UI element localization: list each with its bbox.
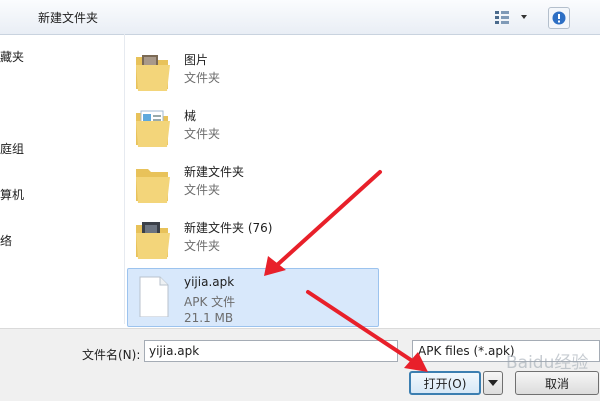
list-item[interactable]: 新建文件夹 (76) 文件夹 [130,211,380,267]
dialog-footer: 文件名(N): APK files (*.apk) 打开(O) 取消 [0,328,600,401]
document-icon [134,271,172,317]
nav-item-label: 收藏夹 [0,50,24,64]
folder-icon [134,103,172,149]
file-name: 图片 [184,51,208,68]
open-button-label: 打开(O) [424,375,467,392]
help-icon[interactable] [548,7,570,29]
open-dropdown-button[interactable] [483,371,503,395]
nav-item-favorites[interactable]: 收藏夹 [0,48,24,65]
nav-item-homegroup[interactable]: 家庭组 [0,140,24,157]
file-name: 械 [184,107,196,124]
view-options-icon[interactable] [492,8,530,26]
list-item[interactable]: 新建文件夹 文件夹 [130,155,380,211]
nav-item-label: 家庭组 [0,142,24,156]
nav-item-network[interactable]: 网络 [0,232,12,249]
file-size: 21.1 MB [184,311,233,325]
filename-input[interactable] [144,340,398,362]
new-folder-button[interactable]: 新建文件夹 [38,9,98,26]
folder-icon [134,47,172,93]
folder-icon [134,215,172,261]
navigation-pane: 收藏夹 库 家庭组 计算机 网络 [0,34,120,324]
folder-icon [134,159,172,205]
list-item[interactable]: 图片 文件夹 [130,43,380,99]
file-name: yijia.apk [184,275,234,289]
nav-item-label: 网络 [0,234,12,248]
file-type: 文件夹 [184,69,220,86]
chevron-down-icon [488,380,498,386]
cancel-button[interactable]: 取消 [515,371,599,395]
filetype-value: APK files (*.apk) [418,344,515,358]
filetype-select[interactable]: APK files (*.apk) [412,340,600,362]
file-type: 文件夹 [184,125,220,142]
file-name: 新建文件夹 [184,163,244,180]
filename-label: 文件名(N): [82,346,140,363]
pane-divider [124,34,125,324]
file-name: 新建文件夹 (76) [184,219,272,236]
nav-item-computer[interactable]: 计算机 [0,186,24,203]
nav-item-label: 计算机 [0,188,24,202]
list-item-selected[interactable]: yijia.apk APK 文件 21.1 MB [130,267,380,323]
file-type: APK 文件 [184,293,235,310]
file-type: 文件夹 [184,181,220,198]
list-item[interactable]: 械 文件夹 [130,99,380,155]
file-type: 文件夹 [184,237,220,254]
cancel-button-label: 取消 [545,375,569,392]
open-button[interactable]: 打开(O) [409,371,481,395]
toolbar: 新建文件夹 [0,0,600,35]
